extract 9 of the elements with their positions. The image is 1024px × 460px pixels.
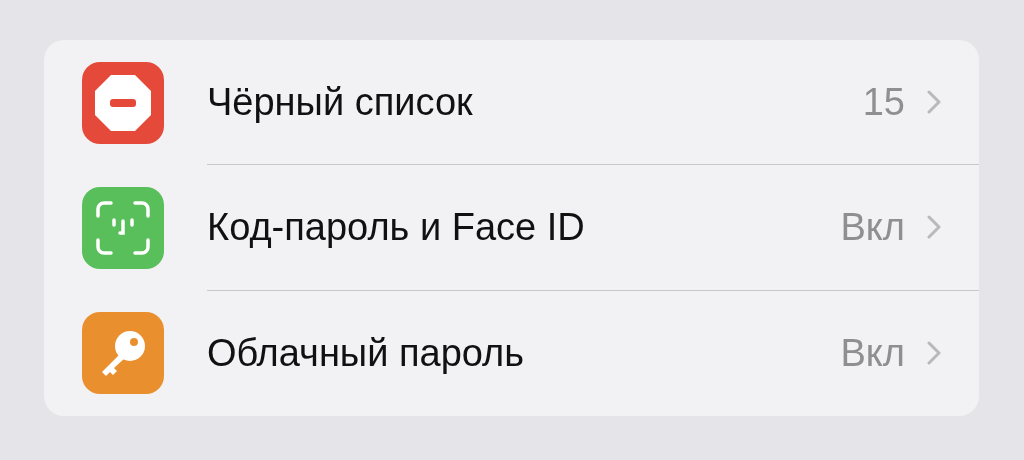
chevron-icon [927,341,941,366]
chevron-icon [927,90,941,115]
row-value: 15 [862,79,905,125]
row-label[interactable]: Чёрный список [207,73,863,131]
row-value: Вкл [840,204,905,250]
chevron-icon [927,215,941,240]
row-label[interactable]: Код-пароль и Face ID [207,198,841,256]
row-label[interactable]: Облачный пароль [207,324,841,382]
row-value: Вкл [840,330,905,376]
